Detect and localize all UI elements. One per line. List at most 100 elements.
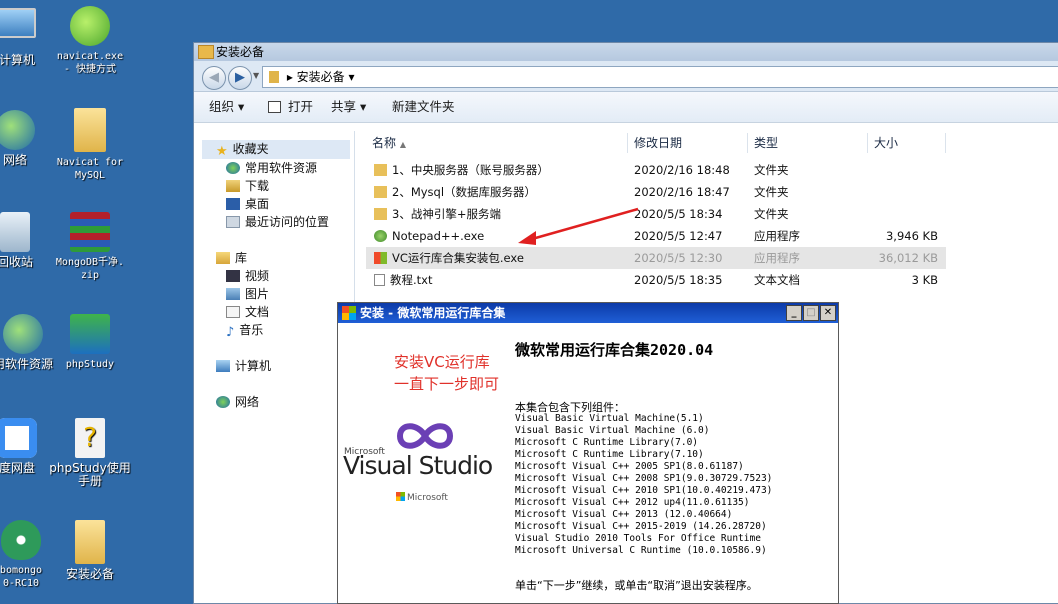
file-row[interactable]: VC运行库合集安装包.exe 2020/5/5 12:30 应用程序 36,01…: [366, 247, 946, 269]
component-item: Microsoft Visual C++ 2015-2019 (14.26.28…: [515, 521, 767, 532]
nav-label: 计算机: [235, 359, 272, 373]
nav-item-videos[interactable]: 视频: [226, 267, 269, 284]
microsoft-logo-icon: [396, 492, 405, 501]
annotation-line: 安装VC运行库: [394, 353, 490, 371]
nav-computer[interactable]: 计算机: [216, 357, 271, 374]
robomongo-icon: [1, 520, 41, 560]
file-row[interactable]: 教程.txt 2020/5/5 18:35 文本文档 3 KB: [366, 269, 946, 291]
nav-item-music[interactable]: ♪ 音乐: [226, 321, 263, 340]
microsoft-brand-text: Microsoft: [407, 493, 448, 503]
open-button[interactable]: 打开: [288, 92, 313, 122]
downloads-icon: [226, 180, 240, 192]
new-folder-button[interactable]: 新建文件夹: [392, 92, 455, 122]
forward-button[interactable]: ▶: [228, 66, 252, 90]
maximize-button[interactable]: □: [803, 305, 819, 321]
open-icon: [268, 101, 281, 113]
file-name: 1、中央服务器（账号服务器）: [392, 163, 549, 177]
nav-item-pictures[interactable]: 图片: [226, 285, 269, 302]
column-header-size[interactable]: 大小: [868, 133, 946, 153]
component-item: Visual Basic Virtual Machine (6.0): [515, 425, 710, 436]
file-row[interactable]: Notepad++.exe 2020/5/5 12:47 应用程序 3,946 …: [366, 225, 946, 247]
file-size: 36,012 KB: [878, 251, 938, 265]
desktop-icon-phpstudy-manual[interactable]: ? phpStudy使用 手册: [45, 418, 135, 488]
desktop-icon-install-essentials[interactable]: 安装必备: [45, 520, 135, 581]
explorer-titlebar[interactable]: 安装必备: [194, 43, 1058, 61]
file-date: 2020/5/5 18:35: [634, 273, 723, 287]
file-row[interactable]: 1、中央服务器（账号服务器） 2020/2/16 18:48 文件夹: [366, 159, 946, 181]
nav-item-desktop[interactable]: 桌面: [226, 195, 269, 212]
nav-item-downloads[interactable]: 下载: [226, 177, 269, 194]
column-label: 类型: [754, 136, 779, 150]
history-dropdown-icon[interactable]: ▼: [253, 71, 259, 80]
nav-network[interactable]: 网络: [216, 393, 259, 410]
winrar-icon: [70, 212, 110, 252]
column-label: 大小: [874, 136, 899, 150]
desktop-icon-label: navicat.exe - 快捷方式: [56, 51, 124, 75]
phpstudy-icon: [70, 314, 110, 354]
visual-studio-infinity-logo: [396, 423, 454, 449]
help-document-icon: ?: [75, 418, 105, 458]
music-icon: ♪: [226, 325, 235, 340]
address-bar-area: ◀ ▶ ▼ ▸ 安装必备 ▾: [194, 61, 1058, 92]
nav-item-software-resources[interactable]: 常用软件资源: [226, 159, 317, 176]
file-row[interactable]: 2、Mysql（数据库服务器） 2020/2/16 18:47 文件夹: [366, 181, 946, 203]
column-header-date[interactable]: 修改日期: [628, 133, 748, 153]
file-size: 3 KB: [911, 273, 938, 287]
file-name: VC运行库合集安装包.exe: [392, 251, 524, 265]
back-button[interactable]: ◀: [202, 66, 226, 90]
folder-icon: [374, 164, 387, 176]
nav-item-recent[interactable]: 最近访问的位置: [226, 213, 329, 230]
share-button[interactable]: 共享 ▾: [331, 92, 366, 122]
file-type: 应用程序: [754, 251, 800, 265]
nav-item-documents[interactable]: 文档: [226, 303, 269, 320]
globe-icon: [226, 162, 240, 174]
text-file-icon: [374, 274, 385, 286]
column-header-type[interactable]: 类型: [748, 133, 868, 153]
nav-favorites[interactable]: ★ 收藏夹: [202, 140, 350, 159]
desktop-icon-navicat-mysql[interactable]: Navicat for MySQL: [45, 108, 135, 182]
video-icon: [226, 270, 240, 282]
address-field[interactable]: ▸ 安装必备 ▾: [262, 66, 1058, 88]
computer-icon: [0, 8, 36, 38]
file-type: 文件夹: [754, 207, 789, 221]
desktop-icon-label: phpStudy使用 手册: [49, 461, 131, 488]
desktop-icon-navicat-shortcut[interactable]: navicat.exe - 快捷方式: [45, 6, 135, 76]
computer-icon: [216, 360, 230, 372]
nav-label: 下载: [245, 179, 270, 193]
folder-icon: [75, 520, 105, 564]
documents-icon: [226, 306, 240, 318]
installer-footer-text: 单击“下一步”继续，或单击“取消”退出安装程序。: [515, 579, 758, 592]
notepadpp-icon: [374, 230, 387, 242]
microsoft-brand: Microsoft: [396, 492, 448, 503]
file-name: Notepad++.exe: [392, 229, 485, 243]
nav-libraries[interactable]: 库: [216, 249, 247, 266]
nav-label: 音乐: [239, 323, 264, 337]
minimize-button[interactable]: _: [786, 305, 802, 321]
file-name-cell: 3、战神引擎+服务端: [374, 203, 501, 225]
desktop-icon-label: Navicat for MySQL: [56, 157, 124, 181]
component-item: Microsoft C Runtime Library(7.0): [515, 437, 699, 448]
desktop-icon-label: MongoDB千净. zip: [55, 257, 125, 281]
desktop-icon-mongodb-zip[interactable]: MongoDB千净. zip: [45, 212, 135, 282]
globe-icon: [3, 314, 43, 354]
installer-title: 安装 - 微软常用运行库合集: [360, 306, 506, 320]
close-button[interactable]: ✕: [820, 305, 836, 321]
desktop-icon: [226, 198, 240, 210]
command-toolbar: 组织 ▾ 打开 共享 ▾ 新建文件夹: [194, 92, 1058, 123]
file-type: 应用程序: [754, 229, 800, 243]
file-row[interactable]: 3、战神引擎+服务端 2020/5/5 18:34 文件夹: [366, 203, 946, 225]
organize-button[interactable]: 组织 ▾: [209, 92, 244, 122]
installer-dialog: 安装 - 微软常用运行库合集 _ □ ✕ 安装VC运行库 一直下一步即可 Mic…: [337, 302, 839, 604]
component-item: Microsoft Visual C++ 2010 SP1(10.0.40219…: [515, 485, 773, 496]
component-item: Microsoft Visual C++ 2008 SP1(9.0.30729.…: [515, 473, 773, 484]
file-date: 2020/2/16 18:47: [634, 185, 730, 199]
desktop-icon-phpstudy[interactable]: phpStudy: [45, 314, 135, 371]
window-title: 安装必备: [216, 45, 265, 59]
nav-label: 图片: [245, 287, 270, 301]
file-type: 文件夹: [754, 163, 789, 177]
navicat-icon: [70, 6, 110, 46]
installer-titlebar[interactable]: 安装 - 微软常用运行库合集 _ □ ✕: [338, 303, 838, 323]
file-name-cell: VC运行库合集安装包.exe: [374, 247, 524, 269]
column-header-name[interactable]: 名称 ▲: [366, 133, 628, 153]
file-date: 2020/5/5 18:34: [634, 207, 723, 221]
